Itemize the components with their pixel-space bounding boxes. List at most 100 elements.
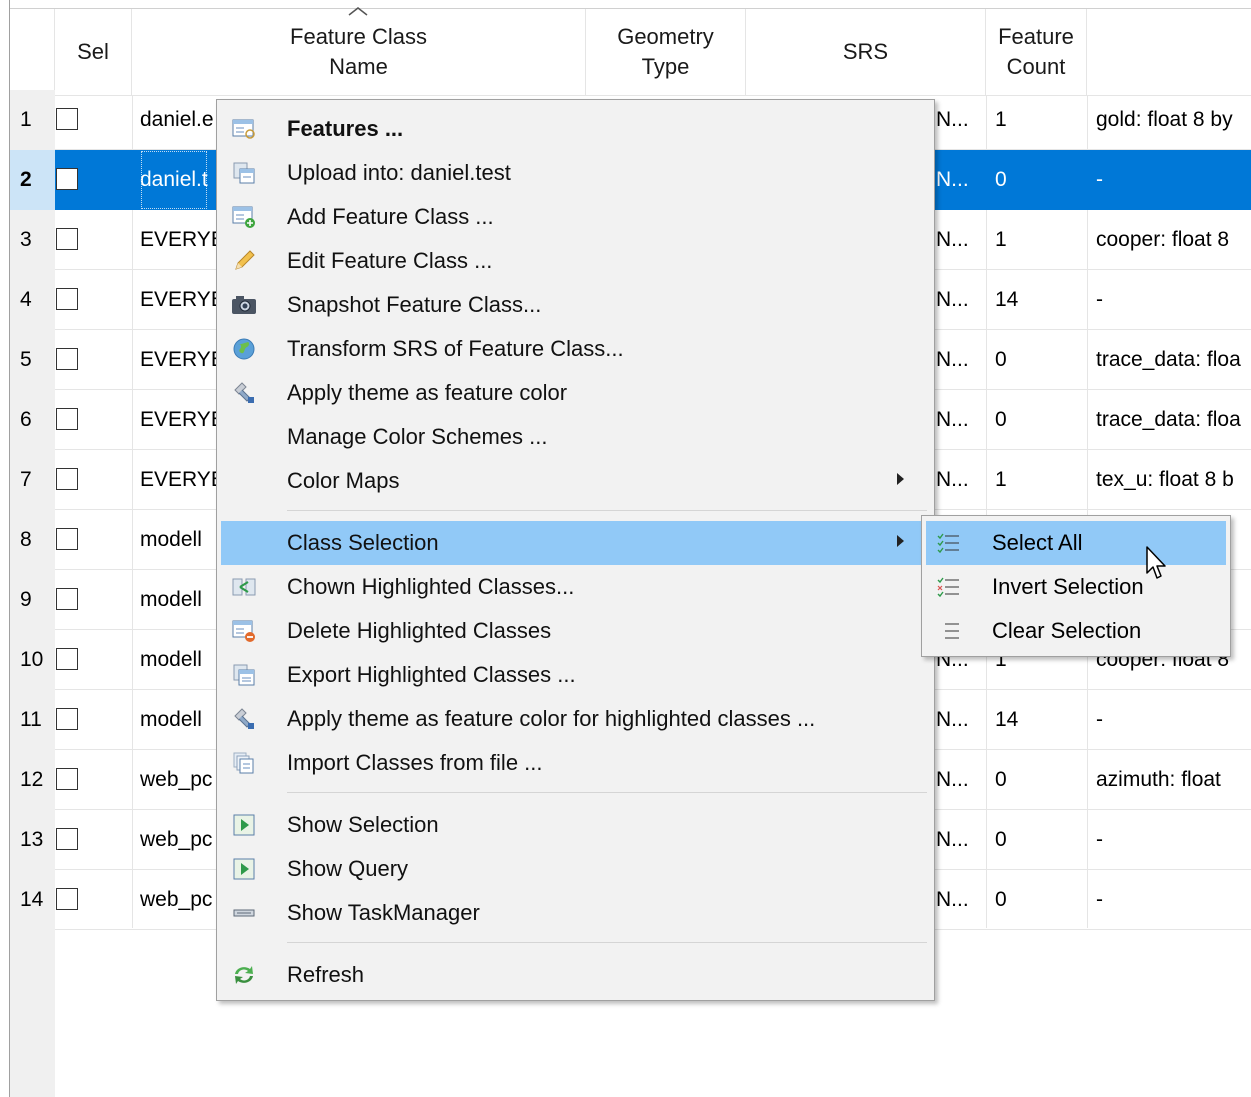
feature-count: 0 [995, 768, 1007, 791]
menu-item-upload[interactable]: Upload into: daniel.test [221, 151, 930, 195]
row-number[interactable]: 12 [10, 750, 55, 810]
row-number[interactable]: 8 [10, 510, 55, 570]
row-select-checkbox[interactable] [56, 408, 78, 430]
feature-class-name: EVERYE [140, 228, 225, 251]
menu-item-chown[interactable]: Chown Highlighted Classes... [221, 565, 930, 609]
camera-icon [231, 292, 257, 318]
row-number[interactable]: 13 [10, 810, 55, 870]
refresh-icon [231, 962, 257, 988]
row-select-checkbox[interactable] [56, 588, 78, 610]
feature-class-name: EVERYE [140, 468, 225, 491]
row-number[interactable]: 1 [10, 90, 55, 150]
row-select-checkbox[interactable] [56, 528, 78, 550]
attributes-value: trace_data: floa [1096, 408, 1241, 431]
menu-item-apply-theme[interactable]: Apply theme as feature color [221, 371, 930, 415]
menu-item-import-classes[interactable]: Import Classes from file ... [221, 741, 930, 785]
menu-item-delete-highlighted[interactable]: Delete Highlighted Classes [221, 609, 930, 653]
column-header-geometry[interactable]: Geometry Type [586, 9, 746, 96]
column-header-attributes[interactable] [1087, 9, 1251, 96]
menu-item-manage-color-schemes[interactable]: Manage Color Schemes ... [221, 415, 930, 459]
feature-count: 0 [995, 408, 1007, 431]
import-icon [231, 750, 257, 776]
srs-value: N... [936, 768, 969, 791]
attributes-value: - [1096, 168, 1103, 191]
menu-item-export-highlighted[interactable]: Export Highlighted Classes ... [221, 653, 930, 697]
menu-item-label: Add Feature Class ... [287, 204, 494, 229]
mouse-cursor-icon [1146, 546, 1166, 579]
row-select-checkbox[interactable] [56, 828, 78, 850]
upload-icon [231, 160, 257, 186]
feature-count: 14 [995, 288, 1019, 311]
column-header-srs[interactable]: SRS [746, 9, 986, 96]
row-number[interactable]: 10 [10, 630, 55, 690]
attributes-value: - [1096, 708, 1103, 731]
row-number[interactable]: 7 [10, 450, 55, 510]
menu-item-show-selection[interactable]: Show Selection [221, 803, 930, 847]
submenu-item-clear-selection[interactable]: Clear Selection [926, 609, 1226, 653]
menu-item-apply-theme-highlighted[interactable]: Apply theme as feature color for highlig… [221, 697, 930, 741]
submenu-item-label: Invert Selection [992, 574, 1144, 599]
srs-value: N... [936, 228, 969, 251]
menu-item-show-query[interactable]: Show Query [221, 847, 930, 891]
column-header-sel[interactable]: Sel [55, 9, 132, 96]
menu-item-class-selection[interactable]: Class Selection [221, 521, 930, 565]
paint-icon [231, 706, 257, 732]
attributes-value: - [1096, 888, 1103, 911]
row-select-checkbox[interactable] [56, 468, 78, 490]
menu-item-label: Apply theme as feature color for highlig… [287, 706, 816, 731]
row-number[interactable]: 2 [10, 150, 55, 210]
row-number[interactable]: 4 [10, 270, 55, 330]
select-all-icon [937, 533, 959, 554]
menu-item-label: Import Classes from file ... [287, 750, 543, 775]
submenu-arrow-icon [897, 473, 904, 485]
feature-class-name: modell [140, 648, 202, 671]
feature-class-name: web_pc [140, 828, 213, 851]
row-select-checkbox[interactable] [56, 768, 78, 790]
menu-item-snapshot[interactable]: Snapshot Feature Class... [221, 283, 930, 327]
clear-selection-icon [945, 623, 959, 639]
feature-class-name: EVERYE [140, 408, 225, 431]
menu-item-label: Show TaskManager [287, 900, 480, 925]
srs-value: N... [936, 468, 969, 491]
row-number[interactable]: 6 [10, 390, 55, 450]
row-select-checkbox[interactable] [56, 648, 78, 670]
corner-header[interactable] [10, 9, 55, 96]
menu-item-label: Color Maps [287, 468, 400, 493]
column-header-count[interactable]: Feature Count [986, 9, 1087, 96]
srs-value: N... [936, 708, 969, 731]
row-number[interactable]: 3 [10, 210, 55, 270]
menu-item-label: Features ... [287, 116, 404, 141]
feature-class-name: modell [140, 708, 202, 731]
row-number[interactable]: 11 [10, 690, 55, 750]
row-select-checkbox[interactable] [56, 708, 78, 730]
row-select-checkbox[interactable] [56, 168, 78, 190]
srs-value: N... [936, 828, 969, 851]
row-select-checkbox[interactable] [56, 348, 78, 370]
submenu-item-invert-selection[interactable]: Invert Selection [926, 565, 1226, 609]
menu-item-label: Transform SRS of Feature Class... [287, 336, 624, 361]
feature-class-name: web_pc [140, 768, 213, 791]
sort-ascending-icon [348, 7, 368, 16]
row-select-checkbox[interactable] [56, 108, 78, 130]
menu-item-edit-feature-class[interactable]: Edit Feature Class ... [221, 239, 930, 283]
srs-value: N... [936, 168, 969, 191]
menu-item-label: Delete Highlighted Classes [287, 618, 552, 643]
srs-value: N... [936, 288, 969, 311]
row-select-checkbox[interactable] [56, 288, 78, 310]
menu-item-transform-srs[interactable]: Transform SRS of Feature Class... [221, 327, 930, 371]
column-header-name[interactable]: Feature Class Name [132, 9, 586, 96]
row-number[interactable]: 9 [10, 570, 55, 630]
row-select-checkbox[interactable] [56, 888, 78, 910]
row-number[interactable]: 5 [10, 330, 55, 390]
menu-item-add-feature-class[interactable]: Add Feature Class ... [221, 195, 930, 239]
menu-item-show-taskmanager[interactable]: Show TaskManager [221, 891, 930, 935]
attributes-value: cooper: float 8 [1096, 228, 1230, 251]
menu-item-color-maps[interactable]: Color Maps [221, 459, 930, 503]
menu-item-refresh[interactable]: Refresh [221, 953, 930, 997]
submenu-item-select-all[interactable]: Select All [926, 521, 1226, 565]
row-select-checkbox[interactable] [56, 228, 78, 250]
row-number[interactable]: 14 [10, 870, 55, 930]
menu-item-label: Manage Color Schemes ... [287, 424, 548, 449]
menu-item-features[interactable]: Features ... [221, 107, 930, 151]
feature-count: 0 [995, 888, 1007, 911]
